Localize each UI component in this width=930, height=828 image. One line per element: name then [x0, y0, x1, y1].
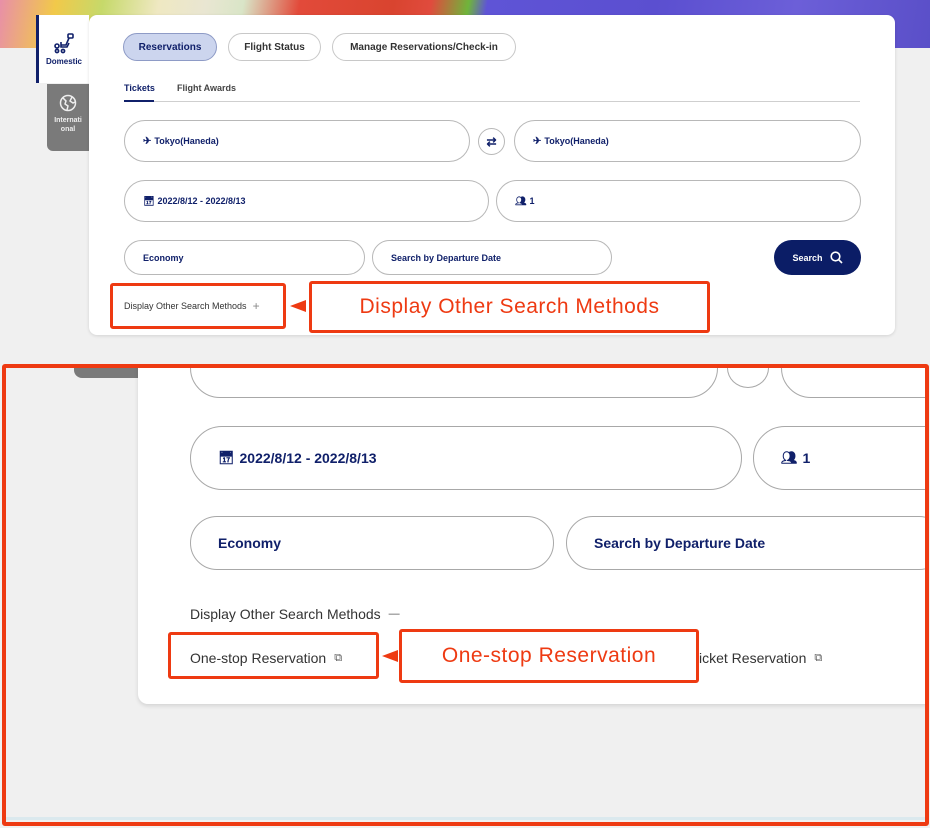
passenger-icon: 👥︎ [515, 195, 527, 206]
swap-airports-button[interactable]: ⇄ [478, 128, 505, 155]
date-range-value: 2022/8/12 - 2022/8/13 [157, 196, 246, 206]
zoomed-date-range-field[interactable]: 📅︎ 2022/8/12 - 2022/8/13 [190, 426, 742, 490]
zoomed-detail-frame: 📅︎ 2022/8/12 - 2022/8/13 👥︎ 1 Economy Se… [2, 364, 929, 826]
tab-label: Manage Reservations/Check-in [350, 41, 498, 53]
annotation-highlight-other-methods [110, 283, 286, 329]
globe-icon [59, 94, 77, 112]
ticket-reservation-link[interactable]: icket Reservation ⧉ [699, 650, 822, 666]
search-icon [829, 251, 843, 264]
passengers-field[interactable]: 👥︎ 1 [496, 180, 861, 222]
origin-value: Tokyo(Haneda) [154, 136, 219, 146]
search-type-select[interactable]: Search by Departure Date [372, 240, 612, 275]
zoomed-search-type-value: Search by Departure Date [594, 535, 766, 551]
zoomed-passengers-value: 1 [802, 450, 811, 466]
screenshot-stage: Domestic Internati onal Reservations Fli… [0, 0, 930, 828]
sidebar-label-international: Internati onal [54, 117, 82, 133]
annotation-callout-other-methods: Display Other Search Methods [309, 281, 710, 333]
tab-manage-reservations[interactable]: Manage Reservations/Check-in [332, 33, 516, 61]
sidebar-item-domestic[interactable]: Domestic [36, 15, 89, 83]
minus-icon: — [388, 608, 400, 620]
cabin-class-select[interactable]: Economy [124, 240, 365, 275]
sidebar-label-domestic: Domestic [45, 57, 82, 66]
zoomed-origin-field[interactable] [190, 368, 718, 398]
page-footer-edge [6, 817, 925, 820]
origin-field[interactable]: ✈ Tokyo(Haneda) [124, 120, 470, 162]
sidebar-international-fragment [74, 368, 140, 378]
seat-icon [54, 33, 74, 54]
zoomed-destination-field[interactable] [781, 368, 925, 398]
destination-field[interactable]: ✈ Tokyo(Haneda) [514, 120, 861, 162]
sidebar-item-international[interactable]: Internati onal [47, 84, 89, 151]
subtab-tickets[interactable]: Tickets [124, 83, 155, 93]
search-button-label: Search [792, 252, 823, 263]
swap-arrows-icon: ⇄ [486, 134, 497, 149]
zoomed-other-methods-label: Display Other Search Methods [190, 606, 381, 622]
zoomed-cabin-class-value: Economy [218, 535, 282, 551]
tab-flight-status[interactable]: Flight Status [228, 33, 321, 61]
zoomed-other-methods-toggle[interactable]: Display Other Search Methods — [190, 606, 400, 622]
zoomed-date-range-value: 2022/8/12 - 2022/8/13 [239, 450, 377, 466]
zoomed-search-type-select[interactable]: Search by Departure Date [566, 516, 925, 570]
search-button[interactable]: Search [774, 240, 861, 275]
tab-label: Reservations [138, 41, 202, 53]
cabin-class-value: Economy [143, 252, 184, 263]
ticket-reservation-label: icket Reservation [699, 650, 807, 666]
plane-arrival-icon: ✈ [533, 135, 542, 147]
tab-label: Flight Status [244, 41, 305, 53]
plane-departure-icon: ✈ [143, 135, 152, 147]
calendar-icon: 📅︎ [218, 450, 235, 465]
external-window-icon: ⧉ [814, 651, 823, 664]
subtab-active-indicator [124, 100, 154, 102]
calendar-icon: 📅︎ [143, 195, 155, 206]
subtab-flight-awards[interactable]: Flight Awards [177, 83, 236, 93]
annotation-arrow-icon [290, 300, 306, 312]
date-range-field[interactable]: 📅︎ 2022/8/12 - 2022/8/13 [124, 180, 489, 222]
search-type-value: Search by Departure Date [391, 252, 502, 263]
zoomed-passengers-field[interactable]: 👥︎ 1 [753, 426, 925, 490]
passengers-value: 1 [529, 196, 535, 206]
destination-value: Tokyo(Haneda) [544, 136, 609, 146]
annotation-callout-one-stop: One-stop Reservation [399, 629, 699, 683]
annotation-highlight-one-stop [168, 632, 379, 679]
annotation-arrow-icon [382, 650, 398, 662]
zoomed-cabin-class-select[interactable]: Economy [190, 516, 554, 570]
tab-reservations[interactable]: Reservations [123, 33, 217, 61]
passenger-icon: 👥︎ [781, 450, 798, 465]
subtab-divider [124, 101, 860, 102]
